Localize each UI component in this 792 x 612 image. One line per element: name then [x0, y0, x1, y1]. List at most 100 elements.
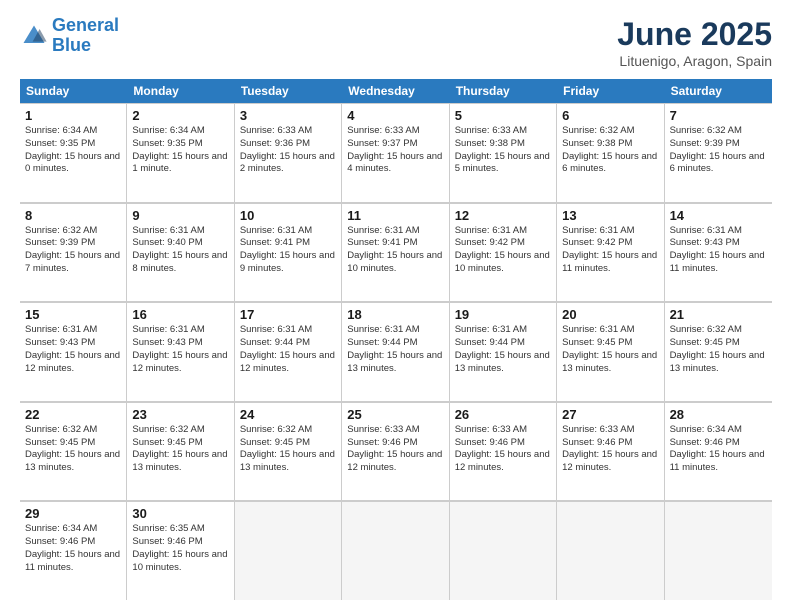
calendar-cell-w2-d5: 12 Sunrise: 6:31 AMSunset: 9:42 PMDayligh… [450, 203, 557, 302]
daylight-text: Daylight: 15 hours and 12 minutes. [455, 449, 551, 475]
sunrise-text: Sunrise: 6:32 AM [670, 324, 767, 337]
daylight-text: Daylight: 15 hours and 13 minutes. [455, 350, 551, 376]
sunset-text: Sunset: 9:39 PM [25, 237, 121, 250]
sunset-text: Sunset: 9:46 PM [347, 437, 443, 450]
daylight-text: Daylight: 15 hours and 11 minutes. [25, 549, 121, 575]
daylight-text: Daylight: 15 hours and 2 minutes. [240, 151, 336, 177]
day-number: 9 [132, 208, 228, 223]
sunset-text: Sunset: 9:40 PM [132, 237, 228, 250]
day-number: 21 [670, 307, 767, 322]
calendar-cell-w1-d2: 2Sunrise: 6:34 AMSunset: 9:35 PMDaylight… [127, 103, 234, 202]
calendar-cell-w3-d2: 16Sunrise: 6:31 AMSunset: 9:43 PMDayligh… [127, 302, 234, 401]
calendar-cell-w5-d4 [342, 501, 449, 600]
sunset-text: Sunset: 9:46 PM [670, 437, 767, 450]
day-number: 28 [670, 407, 767, 422]
daylight-text: Daylight: 15 hours and 0 minutes. [25, 151, 121, 177]
day-number: 5 [455, 108, 551, 123]
logo-text-line1: General [52, 16, 119, 36]
calendar-cell-w1-d1: 1Sunrise: 6:34 AMSunset: 9:35 PMDaylight… [20, 103, 127, 202]
sunset-text: Sunset: 9:41 PM [240, 237, 336, 250]
day-number: 25 [347, 407, 443, 422]
calendar-cell-w4-d4: 25Sunrise: 6:33 AMSunset: 9:46 PMDayligh… [342, 402, 449, 501]
calendar-cell-w1-d4: 4Sunrise: 6:33 AMSunset: 9:37 PMDaylight… [342, 103, 449, 202]
day-number: 22 [25, 407, 121, 422]
calendar-cell-w1-d6: 6Sunrise: 6:32 AMSunset: 9:38 PMDaylight… [557, 103, 664, 202]
header-wednesday: Wednesday [342, 79, 449, 103]
daylight-text: Daylight: 15 hours and 10 minutes. [455, 250, 551, 276]
daylight-text: Daylight: 15 hours and 12 minutes. [25, 350, 121, 376]
day-number: 8 [25, 208, 121, 223]
sunset-text: Sunset: 9:44 PM [347, 337, 443, 350]
sunset-text: Sunset: 9:45 PM [132, 437, 228, 450]
calendar-cell-w4-d1: 22Sunrise: 6:32 AMSunset: 9:45 PMDayligh… [20, 402, 127, 501]
daylight-text: Daylight: 15 hours and 4 minutes. [347, 151, 443, 177]
daylight-text: Daylight: 15 hours and 5 minutes. [455, 151, 551, 177]
sunset-text: Sunset: 9:38 PM [455, 138, 551, 151]
header-saturday: Saturday [665, 79, 772, 103]
daylight-text: Daylight: 15 hours and 10 minutes. [132, 549, 228, 575]
sunrise-text: Sunrise: 6:31 AM [240, 324, 336, 337]
calendar-header: Sunday Monday Tuesday Wednesday Thursday… [20, 79, 772, 103]
sunrise-text: Sunrise: 6:32 AM [240, 424, 336, 437]
calendar-cell-w5-d2: 30Sunrise: 6:35 AMSunset: 9:46 PMDayligh… [127, 501, 234, 600]
sunrise-text: Sunrise: 6:33 AM [240, 125, 336, 138]
daylight-text: Daylight: 15 hours and 6 minutes. [562, 151, 658, 177]
calendar-cell-w3-d1: 15 Sunrise: 6:31 AMSunset: 9:43 PMDayligh… [20, 302, 127, 401]
calendar-cell-w3-d5: 19Sunrise: 6:31 AMSunset: 9:44 PMDayligh… [450, 302, 557, 401]
page: General Blue June 2025 Lituenigo, Aragon… [0, 0, 792, 612]
sunset-text: Sunset: 9:43 PM [132, 337, 228, 350]
calendar-row-1: 1Sunrise: 6:34 AMSunset: 9:35 PMDaylight… [20, 103, 772, 203]
sunrise-text: Sunrise: 6:31 AM [455, 324, 551, 337]
sunset-text: Sunset: 9:46 PM [562, 437, 658, 450]
sunrise-text: Sunrise: 6:32 AM [670, 125, 767, 138]
header-sunday: Sunday [20, 79, 127, 103]
calendar-cell-w2-d1: 8Sunrise: 6:32 AMSunset: 9:39 PMDaylight… [20, 203, 127, 302]
sunrise-text: Sunrise: 6:32 AM [132, 424, 228, 437]
daylight-text: Daylight: 15 hours and 13 minutes. [562, 350, 658, 376]
sunrise-text: Sunrise: 6:32 AM [562, 125, 658, 138]
logo-icon [20, 22, 48, 50]
sunset-text: Sunset: 9:45 PM [670, 337, 767, 350]
calendar-cell-w1-d5: 5Sunrise: 6:33 AMSunset: 9:38 PMDaylight… [450, 103, 557, 202]
header-tuesday: Tuesday [235, 79, 342, 103]
calendar-cell-w2-d2: 9Sunrise: 6:31 AMSunset: 9:40 PMDaylight… [127, 203, 234, 302]
sunrise-text: Sunrise: 6:31 AM [347, 225, 443, 238]
sunrise-text: Sunrise: 6:34 AM [25, 523, 121, 536]
day-number: 15 [25, 307, 121, 322]
day-number: 12 [455, 208, 551, 223]
sunset-text: Sunset: 9:44 PM [240, 337, 336, 350]
day-number: 23 [132, 407, 228, 422]
header-thursday: Thursday [450, 79, 557, 103]
sunset-text: Sunset: 9:42 PM [562, 237, 658, 250]
daylight-text: Daylight: 15 hours and 10 minutes. [347, 250, 443, 276]
sunrise-text: Sunrise: 6:31 AM [25, 324, 121, 337]
day-number: 2 [132, 108, 228, 123]
daylight-text: Daylight: 15 hours and 11 minutes. [670, 250, 767, 276]
sunset-text: Sunset: 9:46 PM [132, 536, 228, 549]
header: General Blue June 2025 Lituenigo, Aragon… [20, 16, 772, 69]
day-number: 16 [132, 307, 228, 322]
calendar-body: 1Sunrise: 6:34 AMSunset: 9:35 PMDaylight… [20, 103, 772, 600]
sunrise-text: Sunrise: 6:31 AM [562, 225, 658, 238]
sunset-text: Sunset: 9:42 PM [455, 237, 551, 250]
sunset-text: Sunset: 9:41 PM [347, 237, 443, 250]
sunset-text: Sunset: 9:37 PM [347, 138, 443, 151]
calendar-cell-w5-d1: 29Sunrise: 6:34 AMSunset: 9:46 PMDayligh… [20, 501, 127, 600]
sunset-text: Sunset: 9:45 PM [562, 337, 658, 350]
sunrise-text: Sunrise: 6:33 AM [562, 424, 658, 437]
calendar-row-2: 8Sunrise: 6:32 AMSunset: 9:39 PMDaylight… [20, 203, 772, 303]
sunset-text: Sunset: 9:45 PM [25, 437, 121, 450]
day-number: 24 [240, 407, 336, 422]
day-number: 13 [562, 208, 658, 223]
day-number: 19 [455, 307, 551, 322]
sunrise-text: Sunrise: 6:33 AM [347, 424, 443, 437]
calendar-cell-w2-d6: 13Sunrise: 6:31 AMSunset: 9:42 PMDayligh… [557, 203, 664, 302]
daylight-text: Daylight: 15 hours and 13 minutes. [240, 449, 336, 475]
day-number: 20 [562, 307, 658, 322]
sunrise-text: Sunrise: 6:31 AM [347, 324, 443, 337]
calendar-cell-w2-d7: 14Sunrise: 6:31 AMSunset: 9:43 PMDayligh… [665, 203, 772, 302]
sunrise-text: Sunrise: 6:31 AM [455, 225, 551, 238]
sunset-text: Sunset: 9:39 PM [670, 138, 767, 151]
sunset-text: Sunset: 9:43 PM [25, 337, 121, 350]
daylight-text: Daylight: 15 hours and 1 minute. [132, 151, 228, 177]
